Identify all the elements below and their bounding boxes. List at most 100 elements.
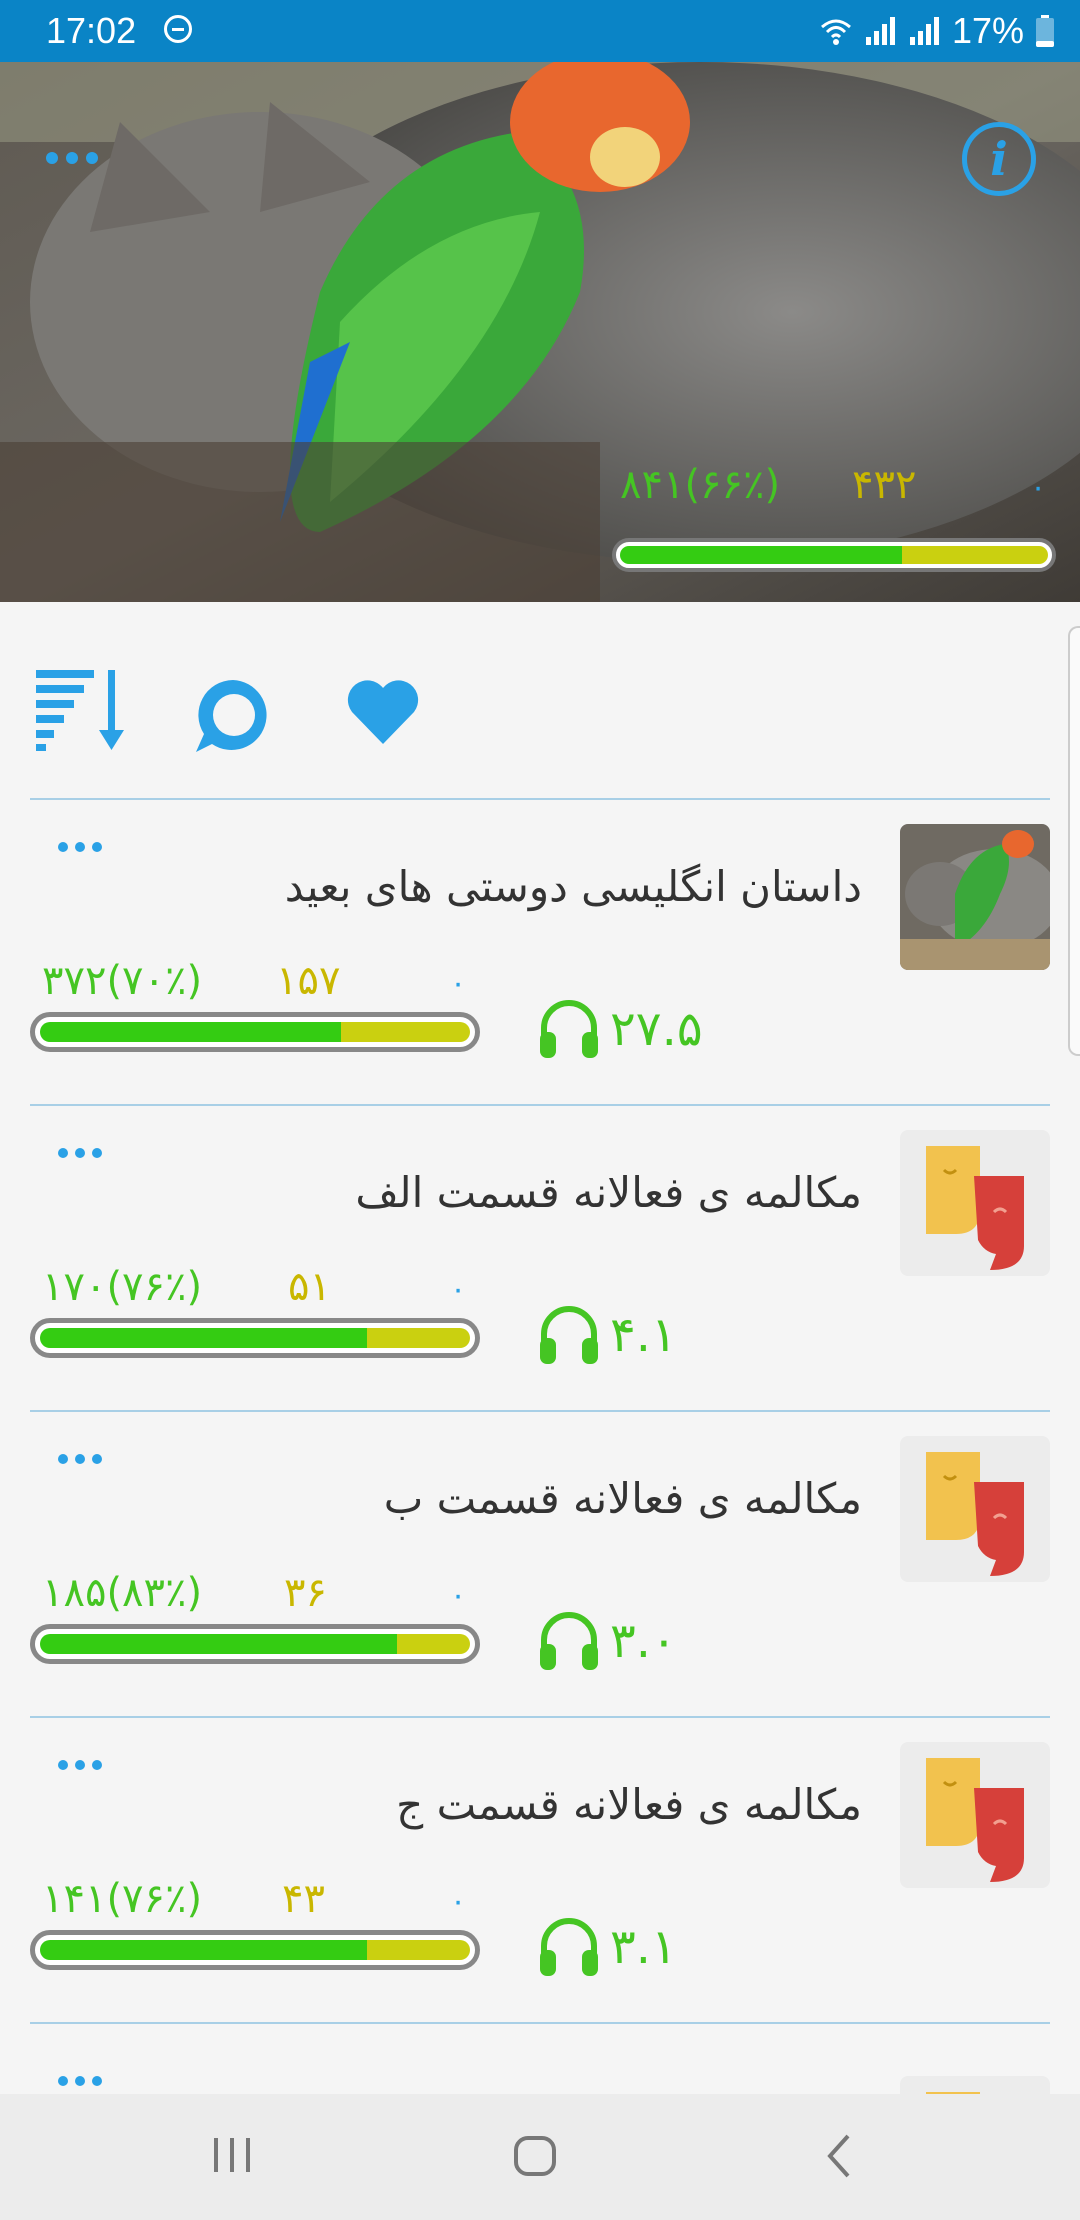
item-more-button[interactable] <box>58 1760 102 1770</box>
bar-yellow <box>341 1022 470 1042</box>
item-progress-fill <box>40 1022 341 1042</box>
list-item[interactable]: مکالمه ی فعالانه قسمت ب ۱۸۵(۸۳٪) ۳۶ ۰ ۳.… <box>0 1424 1080 1730</box>
headphones-icon <box>540 1306 598 1364</box>
back-icon[interactable] <box>820 2132 860 2180</box>
duration-text: ۳.۰ <box>610 1613 677 1669</box>
svg <box>926 1452 1024 1576</box>
more-horizontal-icon <box>58 842 68 852</box>
item-stat-mid: ۱۵۷ <box>276 958 341 1004</box>
item-stat-total: ۱۴۱(۷۶٪) <box>42 1876 203 1922</box>
wifi-icon <box>820 19 851 45</box>
toolbar <box>0 640 1080 770</box>
more-horizontal-icon <box>58 1760 68 1770</box>
home-icon[interactable] <box>512 2132 560 2180</box>
item-more-button[interactable] <box>58 1454 102 1464</box>
duration-text: ۳.۱ <box>610 1919 677 1975</box>
item-progress-bar <box>30 1624 480 1664</box>
headphones-icon <box>540 1612 598 1670</box>
item-title: مکالمه ی فعالانه قسمت ب <box>383 1474 862 1523</box>
navigation-bar <box>0 2094 1080 2220</box>
battery-icon <box>1036 15 1054 47</box>
item-thumbnail <box>900 824 1050 970</box>
item-stat-mid: ۳۶ <box>284 1570 327 1616</box>
duration-text: ۲۷.۵ <box>610 1001 703 1057</box>
item-stat-total: ۱۷۰(۷۶٪) <box>42 1264 203 1310</box>
dot <box>75 1148 85 1158</box>
dot <box>92 1760 102 1770</box>
dot <box>75 1454 85 1464</box>
quote-masks-icon <box>900 1742 1050 1888</box>
item-stat-zero: ۰ <box>450 1884 467 1919</box>
hero-more-button[interactable] <box>46 152 98 164</box>
item-more-button[interactable] <box>58 1148 102 1158</box>
item-duration: ۳.۰ <box>538 1610 677 1672</box>
quote-masks-icon <box>900 1436 1050 1582</box>
hero-stats: ۸۴۱(۶۶٪) ۴۳۲ ۰ <box>620 462 1060 512</box>
headphones-icon <box>540 1000 598 1058</box>
divider <box>30 2022 1050 2024</box>
item-duration: ۳.۱ <box>538 1916 677 1978</box>
status-right: 17% <box>820 10 1054 52</box>
divider <box>30 798 1050 800</box>
hero-stat-zero: ۰ <box>1030 470 1047 505</box>
svg <box>926 2092 980 2094</box>
bar-track <box>40 1328 470 1348</box>
list-item[interactable]: مکالمه ی فعالانه قسمت ج ۱۴۱(۷۶٪) ۴۳ ۰ ۳.… <box>0 1730 1080 2036</box>
dot <box>92 842 102 852</box>
item-stat-zero: ۰ <box>450 966 467 1001</box>
more-horizontal-icon <box>58 1454 68 1464</box>
battery-percent: 17% <box>951 10 1024 51</box>
more-horizontal-icon <box>58 1148 68 1158</box>
item-progress-bar <box>30 1318 480 1358</box>
item-title: داستان انگلیسی دوستی های بعید <box>284 862 862 911</box>
quote-masks-icon <box>900 1130 1050 1276</box>
divider <box>30 1716 1050 1718</box>
bar-yellow <box>366 1940 470 1960</box>
bar-track <box>40 1634 470 1654</box>
status-time: 17:02 <box>46 10 137 51</box>
dot <box>92 2076 102 2086</box>
headphones-icon <box>540 1918 598 1976</box>
hero-progress-rest <box>902 546 1048 564</box>
item-more-button[interactable] <box>58 842 102 852</box>
list-item[interactable]: داستان انگلیسی دوستی های بعید ۳۷۲(۷۰٪) ۱… <box>0 812 1080 1118</box>
item-stat-total: ۳۷۲(۷۰٪) <box>42 958 203 1004</box>
more-horizontal-icon <box>58 2076 68 2086</box>
item-progress-fill <box>40 1328 367 1348</box>
dot <box>92 1454 102 1464</box>
item-title: مکالمه ی فعالانه قسمت ج <box>396 1780 862 1829</box>
svg <box>926 1758 1024 1882</box>
signal-2-icon <box>909 17 939 45</box>
item-stat-mid: ۵۱ <box>288 1264 331 1310</box>
divider <box>30 1410 1050 1412</box>
dot <box>75 1760 85 1770</box>
hero-image <box>0 62 1080 602</box>
more-horizontal-icon <box>46 152 58 164</box>
chat-bubble-icon[interactable] <box>194 676 272 754</box>
hero-banner: i ۸۴۱(۶۶٪) ۴۳۲ ۰ <box>0 62 1080 602</box>
dot <box>66 152 78 164</box>
info-icon[interactable]: i <box>962 122 1036 196</box>
quote-masks-icon <box>900 2076 1050 2094</box>
status-bar: 17:02 17% <box>0 0 1080 62</box>
bar-yellow <box>396 1634 470 1654</box>
hero-progress-bar <box>612 538 1056 572</box>
svg <box>900 824 1050 970</box>
item-more-button[interactable] <box>58 2076 102 2086</box>
item-progress-bar <box>30 1012 480 1052</box>
duration-text: ۴.۱ <box>610 1307 677 1363</box>
sort-icon[interactable] <box>36 670 130 752</box>
list-item[interactable]: مکالمه ی فعالانه قسمت الف ۱۷۰(۷۶٪) ۵۱ ۰ <box>0 1118 1080 1424</box>
recents-icon[interactable] <box>210 2132 256 2178</box>
hero-stat-mid: ۴۳۲ <box>852 462 917 508</box>
divider <box>30 1104 1050 1106</box>
bar-track <box>620 546 1048 564</box>
dot <box>86 152 98 164</box>
bar-yellow <box>366 1328 470 1348</box>
list-item[interactable] <box>0 2036 1080 2094</box>
heart-icon[interactable] <box>346 678 420 746</box>
item-progress-fill <box>40 1940 367 1960</box>
dot <box>75 2076 85 2086</box>
item-progress-bar <box>30 1930 480 1970</box>
hero-stat-total: ۸۴۱(۶۶٪) <box>620 462 781 508</box>
